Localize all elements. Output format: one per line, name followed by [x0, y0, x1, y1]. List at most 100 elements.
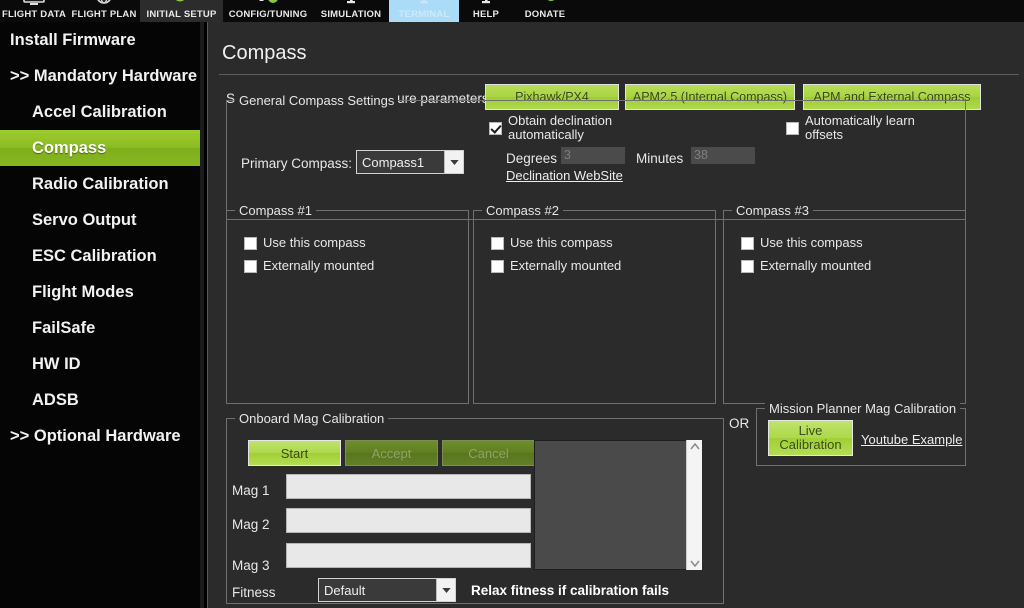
- toolbar-tab-label: FLIGHT PLAN: [71, 9, 137, 20]
- toolbar-tab-flight-data[interactable]: FLIGHT DATA: [0, 0, 68, 22]
- compass-1-external-label: Externally mounted: [263, 258, 375, 273]
- mag-1-label: Mag 1: [232, 483, 270, 498]
- compass-3-use-label: Use this compass: [760, 235, 863, 250]
- compass-1-external-checkbox[interactable]: [244, 260, 257, 273]
- toolbar-tab-config-tuning[interactable]: CONFIG/TUNING: [223, 0, 313, 22]
- compass-3-external-checkbox[interactable]: [741, 260, 754, 273]
- toolbar-tab-donate[interactable]: DONATE: [513, 0, 577, 22]
- toolbar-tab-label: DONATE: [524, 9, 566, 20]
- degrees-field[interactable]: 3: [561, 147, 625, 164]
- obtain-declination-checkbox[interactable]: [489, 122, 502, 135]
- sidebar-item-servo-output[interactable]: Servo Output: [0, 202, 204, 238]
- compass-1-use-label: Use this compass: [263, 235, 366, 250]
- setup-sidebar: Install Firmware >> Mandatory Hardware A…: [0, 22, 204, 608]
- sidebar-item-flight-modes[interactable]: Flight Modes: [0, 274, 204, 310]
- sidebar-item-esc-calibration[interactable]: ESC Calibration: [0, 238, 204, 274]
- aircraft-icon: [411, 0, 437, 9]
- sidebar-item-label: Accel Calibration: [32, 102, 167, 121]
- sidebar-item-install-firmware[interactable]: Install Firmware: [0, 22, 204, 58]
- minutes-field[interactable]: 38: [691, 147, 755, 164]
- chevron-down-icon: [444, 151, 463, 173]
- obtain-declination-label: Obtain declination automatically: [508, 113, 613, 142]
- button-label: Start: [280, 445, 309, 461]
- toolbar-tab-flight-plan[interactable]: FLIGHT PLAN: [68, 0, 140, 22]
- toolbar-tab-help[interactable]: HELP: [459, 0, 513, 22]
- sidebar-item-label: Compass: [32, 138, 107, 157]
- gear-download-icon: [169, 0, 195, 9]
- compass-2-external-checkbox[interactable]: [491, 260, 504, 273]
- toolbar-tab-initial-setup[interactable]: INITIAL SETUP: [140, 0, 223, 22]
- group-label: Compass #1: [235, 203, 316, 218]
- button-label-line1: Live: [798, 423, 823, 438]
- group-label: General Compass Settings: [235, 93, 399, 108]
- toolbar-tab-simulation[interactable]: SIMULATION: [313, 0, 389, 22]
- aircraft-icon: [473, 0, 499, 9]
- accept-calibration-button[interactable]: Accept: [345, 440, 438, 466]
- toolbar-tab-label: CONFIG/TUNING: [228, 9, 308, 20]
- compass-2-external-label: Externally mounted: [510, 258, 622, 273]
- sidebar-item-compass[interactable]: Compass: [0, 130, 204, 166]
- button-label: Accept: [371, 445, 412, 461]
- main-toolbar: FLIGHT DATA FLIGHT PLAN INITIAL SETUP CO…: [0, 0, 1024, 22]
- sidebar-item-label: Radio Calibration: [32, 174, 169, 193]
- compass-1-use-checkbox[interactable]: [244, 237, 257, 250]
- compass-3-use-checkbox[interactable]: [741, 237, 754, 250]
- or-label: OR: [729, 416, 750, 431]
- group-label: Mission Planner Mag Calibration: [765, 401, 961, 416]
- sidebar-scrollbar[interactable]: [200, 22, 204, 608]
- sidebar-item-label: FailSafe: [32, 318, 96, 337]
- sidebar-item-mandatory-hardware[interactable]: >> Mandatory Hardware: [0, 58, 204, 94]
- fitness-select[interactable]: Default: [318, 578, 456, 602]
- toolbar-tab-label: INITIAL SETUP: [146, 9, 217, 20]
- declination-website-link[interactable]: Declination WebSite: [506, 168, 623, 183]
- cancel-calibration-button[interactable]: Cancel: [442, 440, 535, 466]
- calibration-log-area[interactable]: [534, 440, 702, 570]
- sidebar-item-label: Servo Output: [32, 210, 137, 229]
- page-title: Compass: [222, 42, 307, 64]
- sidebar-item-label: ESC Calibration: [32, 246, 157, 265]
- toolbar-tab-label: TERMINAL: [398, 9, 450, 20]
- sidebar-item-adsb[interactable]: ADSB: [0, 382, 204, 418]
- mission-planner-window: FLIGHT DATA FLIGHT PLAN INITIAL SETUP CO…: [0, 0, 1024, 608]
- sidebar-item-label: Flight Modes: [32, 282, 134, 301]
- calibration-log-scrollbar[interactable]: [686, 440, 702, 570]
- compass-2-use-checkbox[interactable]: [491, 237, 504, 250]
- sidebar-item-label: >> Optional Hardware: [10, 426, 181, 445]
- auto-learn-offsets-checkbox[interactable]: [786, 122, 799, 135]
- aircraft-icon: [338, 0, 364, 9]
- compass-2-use-label: Use this compass: [510, 235, 613, 250]
- chevron-down-icon: [436, 579, 455, 601]
- minutes-label: Minutes: [636, 151, 684, 166]
- toolbar-tab-label: HELP: [472, 9, 500, 20]
- title-divider: [219, 74, 1019, 75]
- toolbar-tab-terminal[interactable]: TERMINAL: [389, 0, 459, 22]
- mag-1-progress: [286, 474, 531, 499]
- sidebar-item-accel-calibration[interactable]: Accel Calibration: [0, 94, 204, 130]
- group-label: Onboard Mag Calibration: [235, 411, 389, 426]
- group-label: Compass #2: [482, 203, 563, 218]
- start-calibration-button[interactable]: Start: [248, 440, 341, 466]
- primary-compass-select[interactable]: Compass1: [356, 150, 464, 174]
- sidebar-item-radio-calibration[interactable]: Radio Calibration: [0, 166, 204, 202]
- sidebar-item-failsafe[interactable]: FailSafe: [0, 310, 204, 346]
- toolbar-tab-label: SIMULATION: [320, 9, 382, 20]
- youtube-example-link[interactable]: Youtube Example: [861, 432, 962, 447]
- fitness-label: Fitness: [232, 585, 276, 600]
- compass-3-external-label: Externally mounted: [760, 258, 872, 273]
- scroll-up-icon[interactable]: [689, 443, 700, 450]
- live-calibration-button[interactable]: Live Calibration: [768, 420, 853, 456]
- scroll-down-icon[interactable]: [689, 560, 700, 567]
- button-label-line2: Calibration: [779, 437, 842, 452]
- sidebar-item-label: Install Firmware: [10, 30, 136, 49]
- sidebar-item-optional-hardware[interactable]: >> Optional Hardware: [0, 418, 204, 454]
- button-label: Cancel: [468, 445, 509, 461]
- screen-icon: [21, 0, 47, 9]
- mag-2-label: Mag 2: [232, 517, 270, 532]
- globe-icon: [91, 0, 117, 9]
- toolbar-tab-label: FLIGHT DATA: [1, 9, 67, 20]
- compass-setup-panel: Compass Select device to quick-configure…: [207, 22, 1024, 608]
- group-label: Compass #3: [732, 203, 813, 218]
- sidebar-item-label: HW ID: [32, 354, 81, 373]
- sidebar-item-hw-id[interactable]: HW ID: [0, 346, 204, 382]
- mag-3-label: Mag 3: [232, 558, 270, 573]
